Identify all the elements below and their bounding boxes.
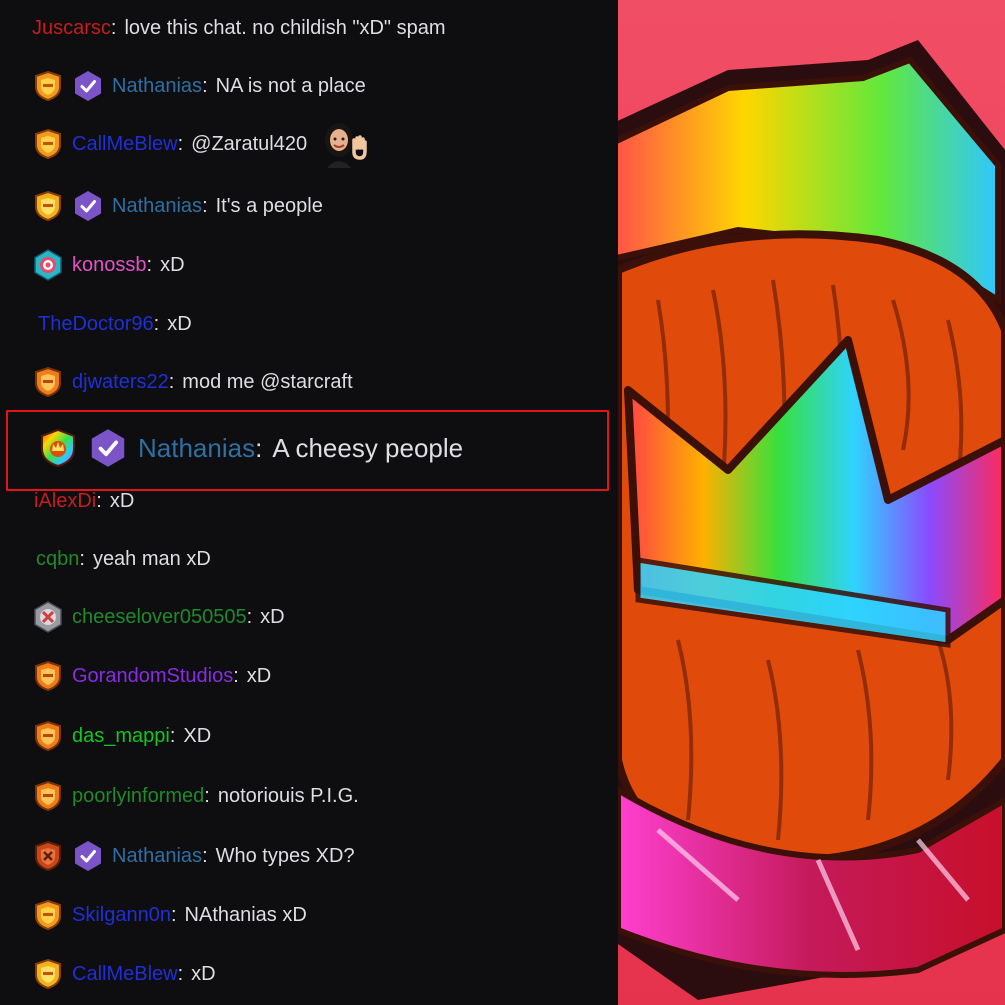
chat-message: djwaters22: mod me @starcraft [32,364,353,400]
gold-shield-icon [35,958,61,990]
chat-message: TheDoctor96: xD [38,306,192,342]
silver-shield-icon [34,601,62,633]
chat-text: notoriouis P.I.G. [217,784,359,807]
chat-text: xD [167,312,192,335]
chat-username[interactable]: cqbn [36,548,79,570]
red-shield-icon [35,840,61,872]
chat-text: Who types XD? [215,844,355,867]
chat-username[interactable]: cheeselover050505 [72,606,247,628]
chat-username[interactable]: Nathanias [112,75,202,97]
chat-username[interactable]: TheDoctor96 [38,313,154,335]
chat-username[interactable]: das_mappi [72,725,170,747]
chat-colon: : [204,784,210,807]
rainbow-shield-icon [41,428,75,468]
chat-colon: : [169,724,176,747]
orange-shield-icon [35,720,61,752]
verified-icon [75,71,101,101]
chat-username[interactable]: Juscarsc [32,17,111,40]
chat-colon: : [146,253,153,276]
chat-panel: Juscarsc: love this chat. no childish "x… [0,0,618,1005]
chat-text: xD [191,962,216,985]
chat-username[interactable]: poorlyinformed [72,785,204,807]
chat-text: XD [183,724,212,747]
orange-shield-icon [35,660,61,692]
waving-woman-emote [325,123,367,168]
highlighted-chat-message: Nathanias: A cheesy people [38,424,463,472]
chat-message: Nathanias: NA is not a place [32,68,366,104]
chat-message: konossb: xD [32,247,185,283]
chat-text: love this chat. no childish "xD" spam [124,16,446,39]
chat-username[interactable]: Nathanias [112,845,202,867]
chat-colon: : [177,962,184,985]
chat-colon: : [170,903,177,926]
chat-text: xD [246,664,272,687]
chat-text: mod me @starcraft [182,370,353,393]
chat-username[interactable]: djwaters22 [72,371,169,393]
verified-icon [91,429,125,467]
chat-username[interactable]: konossb [72,254,147,276]
chat-message: CallMeBlew: @Zaratul420 [32,123,367,168]
chat-colon: : [233,664,239,687]
chat-message: Skilgann0n: NAthanias xD [32,897,307,933]
chat-message: GorandomStudios: xD [32,658,271,694]
gold-shield-icon [35,128,61,160]
chat-message: poorlyinformed: notoriouis P.I.G. [32,778,359,814]
chat-text: xD [109,489,135,512]
verified-icon [75,841,101,871]
cyan-target-icon [34,249,62,281]
chat-text: It's a people [215,194,323,217]
badge-artwork-panel [618,0,1005,1005]
chat-colon: : [202,74,208,97]
verified-icon [75,191,101,221]
chat-text: NA is not a place [215,74,366,97]
chat-colon: : [168,370,175,393]
chat-text: NAthanias xD [184,903,307,926]
chat-text: A cheesy people [272,432,464,463]
chat-username[interactable]: iAlexDi [34,490,96,512]
gold-shield-icon [35,190,61,222]
chat-message: das_mappi: XD [32,718,211,754]
chat-text: xD [160,253,185,276]
chat-colon: : [177,132,184,155]
orange-shield-icon [35,780,61,812]
chat-colon: : [255,432,263,463]
chat-username[interactable]: CallMeBlew [72,133,178,155]
chat-text: @Zaratul420 [191,132,308,155]
chat-message: CallMeBlew: xD [32,956,216,992]
chat-message: Nathanias: It's a people [32,188,323,224]
chat-colon: : [110,16,117,39]
chat-username[interactable]: Nathanias [138,433,255,463]
chat-username[interactable]: GorandomStudios [72,665,233,687]
chat-message: Nathanias: Who types XD? [32,838,355,874]
chat-colon: : [202,844,208,867]
chat-text: yeah man xD [92,547,211,570]
orange-shield-icon [35,366,61,398]
chat-colon: : [202,194,208,217]
chat-username[interactable]: Skilgann0n [72,904,171,926]
chat-colon: : [79,547,85,570]
chat-username[interactable]: CallMeBlew [72,963,178,985]
chat-message: Juscarsc: love this chat. no childish "x… [32,10,445,46]
gold-shield-icon [35,899,61,931]
chat-colon: : [96,489,102,512]
chat-message: cheeselover050505: xD [32,599,285,635]
rainbow-crown-emblem-icon [618,40,1005,1000]
chat-message: cqbn: yeah man xD [36,541,211,577]
chat-colon: : [153,312,160,335]
chat-text: xD [260,605,285,628]
chat-colon: : [246,605,253,628]
chat-username[interactable]: Nathanias [112,195,202,217]
gold-shield-icon [35,70,61,102]
